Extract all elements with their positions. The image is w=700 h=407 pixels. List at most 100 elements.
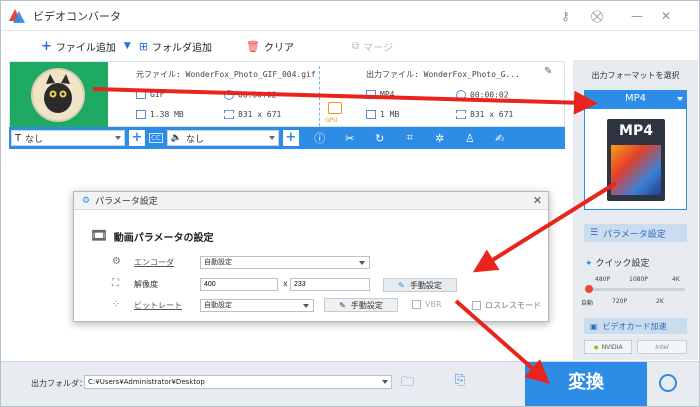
add-subtitle-button[interactable]: + <box>129 130 145 146</box>
format-select-value: MP4 <box>624 93 647 104</box>
chevron-down-icon <box>115 136 121 140</box>
format-icon <box>366 90 376 99</box>
effects-icon[interactable]: ✲ <box>425 132 455 145</box>
convert-button[interactable]: 変換 <box>525 362 647 406</box>
close-icon[interactable]: ✕ <box>661 9 671 23</box>
clock-icon <box>456 90 466 100</box>
gpu-label: GPU <box>325 117 338 124</box>
output-folder-select[interactable]: C:¥Users¥Administrator¥Desktop <box>84 375 392 389</box>
open-folder-icon[interactable]: 🗀 <box>401 373 414 395</box>
folder-plus-icon: ⊞ <box>138 39 149 53</box>
file-item[interactable]: 元ファイル: WonderFox_Photo_GIF_004.gif GIF 0… <box>9 61 565 128</box>
bottom-bar: 出力フォルダ： C:¥Users¥Administrator¥Desktop 🗀… <box>1 361 699 406</box>
lossless-checkbox[interactable]: ロスレスモード <box>472 300 541 311</box>
film-settings-icon: 🎞 <box>90 228 108 244</box>
quality-tick-480p: 480P <box>595 276 611 283</box>
file-thumbnail[interactable] <box>10 62 108 128</box>
sliders-icon: ☰ <box>590 228 599 238</box>
output-format-panel: 出力フォーマットを選択 MP4 MP4 ☰ パラメータ設定 ✦ クイック設定 48… <box>573 60 698 360</box>
text-icon: T <box>15 132 22 144</box>
balloon-image <box>611 145 661 195</box>
resolution-icon <box>224 110 234 119</box>
nvidia-chip[interactable]: ◉ NVIDIA <box>584 340 632 354</box>
resolution-icon: ⛶ <box>112 278 119 289</box>
browse-folder-icon[interactable]: ⎘ <box>455 373 465 388</box>
info-icon[interactable]: ⓘ <box>305 130 335 146</box>
output-folder-label: 出力フォルダ： <box>31 379 87 388</box>
cc-icon[interactable]: CC <box>149 133 163 143</box>
manual-resolution-button[interactable]: ✎ 手動設定 <box>383 278 457 292</box>
hardware-acceleration-button[interactable]: ▣ ビデオカード加速 <box>584 318 687 334</box>
speaker-icon: 🔈 <box>170 133 182 143</box>
alarm-clock-icon[interactable] <box>659 374 677 392</box>
key-icon[interactable]: ⚷ <box>561 9 570 23</box>
subtitle-select[interactable]: T なし <box>11 130 125 146</box>
checkbox-icon <box>412 300 421 309</box>
format-select[interactable]: MP4 <box>584 90 687 108</box>
format-preview[interactable]: MP4 <box>584 108 687 210</box>
add-file-button[interactable]: + ファイル追加 <box>41 39 116 54</box>
dialog-title: パラメータ設定 <box>95 197 158 207</box>
bitrate-select[interactable]: 自動設定 <box>200 299 314 312</box>
source-file-name: WonderFox_Photo_GIF_004.gif <box>185 70 316 79</box>
resolution-icon <box>456 110 466 119</box>
encoder-label[interactable]: エンコーダ <box>134 257 174 268</box>
output-file-name: WonderFox_Photo_G... <box>423 70 520 79</box>
watermark-icon[interactable]: ♙ <box>455 132 485 145</box>
quality-slider[interactable] <box>587 288 685 291</box>
add-file-label: ファイル追加 <box>55 42 116 54</box>
resolution-separator: x <box>283 279 288 288</box>
checkbox-icon <box>472 301 481 310</box>
clock-icon <box>224 90 234 100</box>
chevron-down-icon <box>359 261 365 265</box>
add-folder-label: フォルダ追加 <box>152 42 213 54</box>
chevron-down-icon <box>382 380 388 384</box>
output-resolution: 831 x 671 <box>456 110 513 119</box>
height-input[interactable] <box>290 278 370 291</box>
manual-bitrate-button[interactable]: ✎ 手動設定 <box>324 298 398 312</box>
clear-button[interactable]: 🗑 クリア <box>246 39 294 54</box>
cart-icon[interactable]: ⛒ <box>591 9 603 24</box>
crop-icon[interactable]: ⌗ <box>395 131 425 145</box>
source-duration: 00:00:02 <box>224 90 277 100</box>
intel-chip[interactable]: Intel <box>637 340 687 354</box>
bitrate-label[interactable]: ビットレート <box>134 300 182 311</box>
source-size: 1.38 MB <box>136 110 184 119</box>
quality-tick-1080p: 1080P <box>629 276 648 283</box>
source-resolution: 831 x 671 <box>224 110 281 119</box>
dialog-close-icon[interactable]: ✕ <box>533 194 542 207</box>
source-file-label: 元ファイル: <box>136 70 181 79</box>
edit-output-name-icon[interactable]: ✎ <box>544 66 552 77</box>
rotate-icon[interactable]: ↻ <box>365 132 395 145</box>
encoder-select[interactable]: 自動設定 <box>200 256 370 269</box>
merge-button[interactable]: ⧉ マージ <box>352 39 393 54</box>
add-file-dropdown-icon[interactable]: ▼ <box>124 41 131 51</box>
resolution-label: 解像度 <box>134 280 158 289</box>
quality-slider-handle[interactable] <box>585 285 593 293</box>
output-duration: 00:00:02 <box>456 90 509 100</box>
mp4-format-icon: MP4 <box>607 119 665 201</box>
width-input[interactable] <box>200 278 278 291</box>
quality-tick-720p: 720P <box>612 298 628 305</box>
main-toolbar: + ファイル追加 ▼ ⊞ フォルダ追加 🗑 クリア ⧉ マージ <box>1 32 567 60</box>
audio-select[interactable]: 🔈 なし <box>166 130 279 146</box>
add-folder-button[interactable]: ⊞ フォルダ追加 <box>139 39 212 54</box>
format-icon <box>136 90 146 99</box>
trash-icon: 🗑 <box>246 39 261 53</box>
output-file-label: 出力ファイル: <box>366 70 419 79</box>
pencil-icon: ✎ <box>398 280 405 290</box>
dialog-heading: 🎞 動画パラメータの設定 <box>90 228 214 244</box>
quick-settings-label: ✦ クイック設定 <box>585 259 650 269</box>
parameter-settings-dialog: ⚙ パラメータ設定 ✕ 🎞 動画パラメータの設定 ⚙ エンコーダ 自動設定 ⛶ … <box>73 191 549 322</box>
minimize-icon[interactable]: — <box>631 9 643 23</box>
edit-pen-icon[interactable]: ✍ <box>485 132 515 145</box>
settings-icon: ⚙ <box>82 195 91 206</box>
parameter-settings-button[interactable]: ☰ パラメータ設定 <box>584 224 687 242</box>
scissors-icon[interactable]: ✂ <box>335 132 365 145</box>
output-format: MP4 <box>366 90 394 99</box>
vbr-checkbox[interactable]: VBR <box>412 300 442 309</box>
quality-tick-4k: 4K <box>672 276 680 283</box>
output-size: 1 MB <box>366 110 399 119</box>
add-audio-button[interactable]: + <box>282 130 299 146</box>
clear-label: クリア <box>264 42 295 54</box>
